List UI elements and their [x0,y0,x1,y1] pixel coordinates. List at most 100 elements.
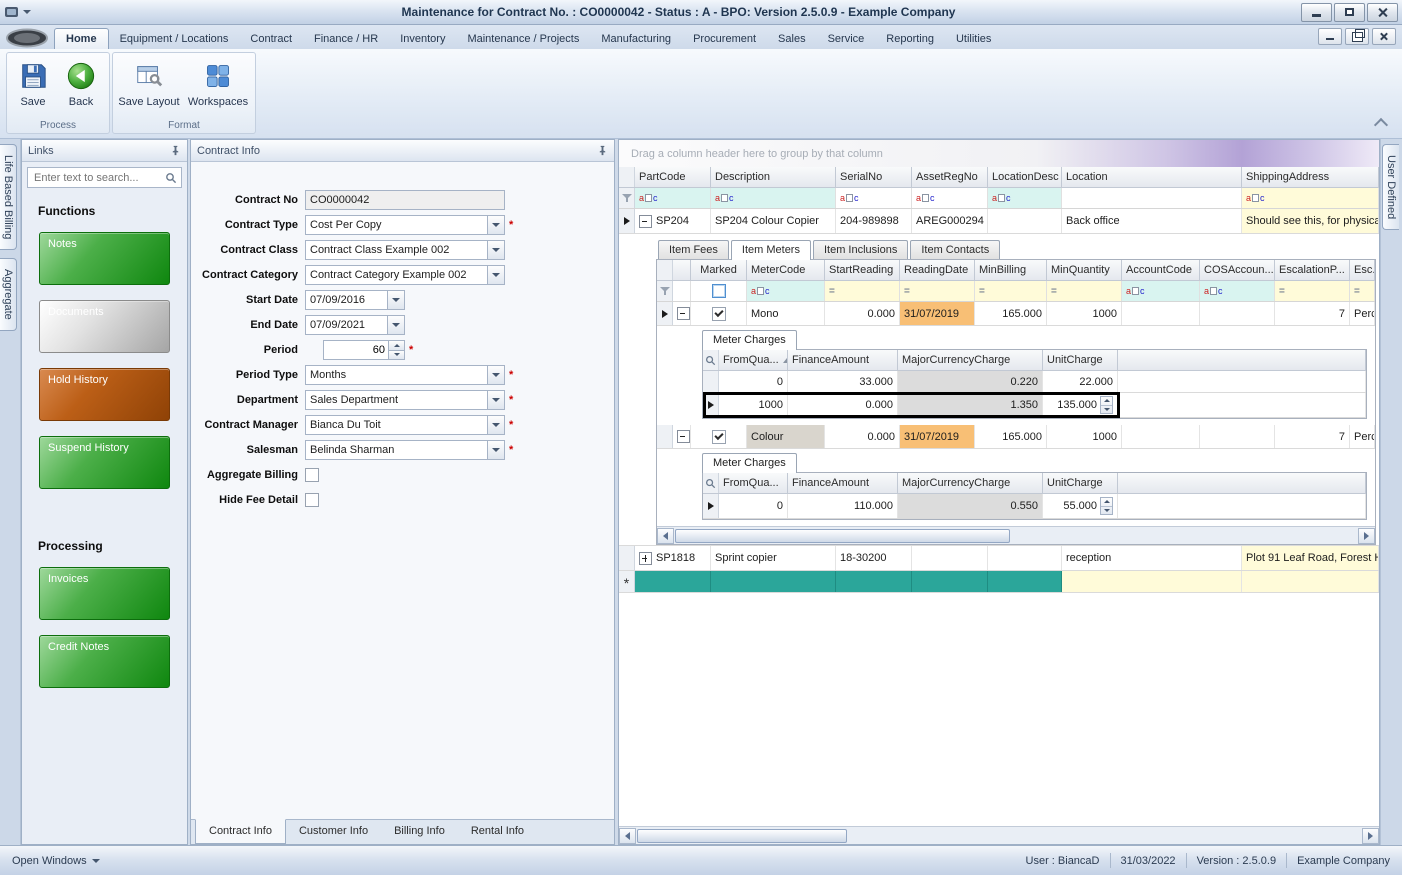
ribbon-tab-contract[interactable]: Contract [239,29,303,49]
spinner-icons[interactable] [1100,497,1113,515]
chevron-down-icon[interactable] [487,266,504,284]
marked-checkbox[interactable] [712,430,726,444]
spinner-icons[interactable] [388,341,404,359]
column-header-shippingaddress[interactable]: ShippingAddress [1242,167,1379,187]
start-date-picker[interactable]: 07/09/2016 [305,290,405,310]
cell-financeamount[interactable]: 33.000 [788,371,898,392]
ribbon-tab-equipment-locations[interactable]: Equipment / Locations [109,29,240,49]
cell-unitcharge[interactable]: 22.000 [1043,371,1118,392]
ribbon-tab-utilities[interactable]: Utilities [945,29,1002,49]
cell-location[interactable]: reception [1062,546,1242,570]
group-by-panel[interactable]: Drag a column header here to group by th… [619,140,1379,167]
invoices-button[interactable]: Invoices [39,567,170,620]
cell-readingdate[interactable]: 31/07/2019 [900,425,975,448]
cell-shippingaddress[interactable]: Should see this, for physical [1242,209,1379,233]
scrollbar-thumb[interactable] [675,529,1010,543]
cell-minquantity[interactable]: 1000 [1047,302,1122,325]
cell-serialno[interactable]: 204-989898 [836,209,912,233]
filter-cell-assetregno[interactable] [912,188,988,208]
dock-tab-aggregate[interactable]: Aggregate [0,258,17,331]
chevron-down-icon[interactable] [487,216,504,234]
filter-cell-metercode[interactable] [747,281,825,301]
meters-horizontal-scrollbar[interactable] [657,526,1375,544]
filter-cell-minquantity[interactable] [1047,281,1122,301]
new-cell-assetregno[interactable] [912,571,988,592]
column-header-locationdesc[interactable]: LocationDesc [988,167,1062,187]
period-field[interactable] [324,341,388,359]
documents-button[interactable]: Documents [39,300,170,353]
ribbon-tab-inventory[interactable]: Inventory [389,29,456,49]
cell-majorcurrencycharge[interactable]: 0.550 [898,494,1043,518]
cell-shippingaddress[interactable]: Plot 91 Leaf Road, Forest H [1242,546,1379,570]
bpo-logo[interactable] [0,26,54,49]
cell-assetregno[interactable]: AREG000294 [912,209,988,233]
cell-readingdate[interactable]: 31/07/2019 [900,302,975,325]
chevron-down-icon[interactable] [387,316,404,334]
cell-serialno[interactable]: 18-30200 [836,546,912,570]
period-stepper[interactable] [323,340,405,360]
marked-checkbox[interactable] [712,307,726,321]
cell-cosaccount[interactable] [1200,425,1275,448]
chevron-down-icon[interactable] [387,291,404,309]
meters-filter-indicator[interactable] [657,281,673,301]
department-dropdown[interactable]: Sales Department [305,390,505,410]
chevron-down-icon[interactable] [487,366,504,384]
cell-partcode[interactable]: SP204 [635,209,711,233]
cell-unitcharge-editor[interactable]: 55.000 [1043,494,1118,518]
column-header-unitcharge[interactable]: UnitCharge [1043,473,1118,493]
new-cell-description[interactable] [711,571,836,592]
column-header-minbilling[interactable]: MinBilling [975,260,1047,280]
ribbon-tab-procurement[interactable]: Procurement [682,29,767,49]
grid-horizontal-scrollbar[interactable] [619,826,1379,844]
new-cell-partcode[interactable] [635,571,711,592]
cell-majorcurrencycharge[interactable]: 1.350 [898,393,1043,417]
cell-startreading[interactable]: 0.000 [825,425,900,448]
cell-marked[interactable] [691,425,747,448]
cell-financeamount[interactable]: 0.000 [788,393,898,417]
filter-row-indicator[interactable] [619,188,635,208]
save-button[interactable]: Save [11,56,55,122]
cell-startreading[interactable]: 0.000 [825,302,900,325]
cell-fromquantity[interactable]: 0 [719,371,788,392]
cell-escalationp[interactable]: 7 [1275,302,1350,325]
column-header-metercode[interactable]: MeterCode [747,260,825,280]
column-header-fromquantity[interactable]: FromQua... [719,473,788,493]
column-header-financeamount[interactable]: FinanceAmount [788,473,898,493]
hide-fee-detail-checkbox[interactable] [305,493,319,507]
marked-filter-checkbox[interactable] [712,284,726,298]
spinner-icons[interactable] [1100,396,1113,414]
cell-locationdesc[interactable] [988,209,1062,233]
filter-cell-minbilling[interactable] [975,281,1047,301]
column-header-majorcurrencycharge[interactable]: MajorCurrencyCharge [898,350,1043,370]
filter-cell-serialno[interactable] [836,188,912,208]
chevron-down-icon[interactable] [487,416,504,434]
filter-cell-startreading[interactable] [825,281,900,301]
pin-icon[interactable] [170,145,181,156]
salesman-dropdown[interactable]: Belinda Sharman [305,440,505,460]
scroll-left-button[interactable] [619,828,636,844]
links-search-input[interactable] [32,171,165,185]
period-type-dropdown[interactable]: Months [305,365,505,385]
tab-item-fees[interactable]: Item Fees [658,240,729,259]
aggregate-billing-checkbox[interactable] [305,468,319,482]
expand-cell[interactable] [673,425,691,448]
filter-cell-partcode[interactable] [635,188,711,208]
filter-cell-cosaccount[interactable] [1200,281,1275,301]
column-header-marked[interactable]: Marked [691,260,747,280]
column-header-startreading[interactable]: StartReading [825,260,900,280]
cell-fromquantity[interactable]: 0 [719,494,788,518]
child-minimize-button[interactable] [1318,28,1342,45]
filter-cell-shippingaddress[interactable] [1242,188,1379,208]
dock-tab-user-defined[interactable]: User Defined [1382,144,1399,230]
charges-header-indicator[interactable] [703,350,719,370]
new-cell-shippingaddress[interactable] [1242,571,1379,592]
column-header-partcode[interactable]: PartCode [635,167,711,187]
ribbon-tab-finance-hr[interactable]: Finance / HR [303,29,389,49]
hold-history-button[interactable]: Hold History [39,368,170,421]
filter-cell-readingdate[interactable] [900,281,975,301]
back-button[interactable]: Back [59,56,103,122]
cell-minquantity[interactable]: 1000 [1047,425,1122,448]
column-header-location[interactable]: Location [1062,167,1242,187]
contract-type-dropdown[interactable]: Cost Per Copy [305,215,505,235]
tab-rental-info[interactable]: Rental Info [458,820,537,844]
